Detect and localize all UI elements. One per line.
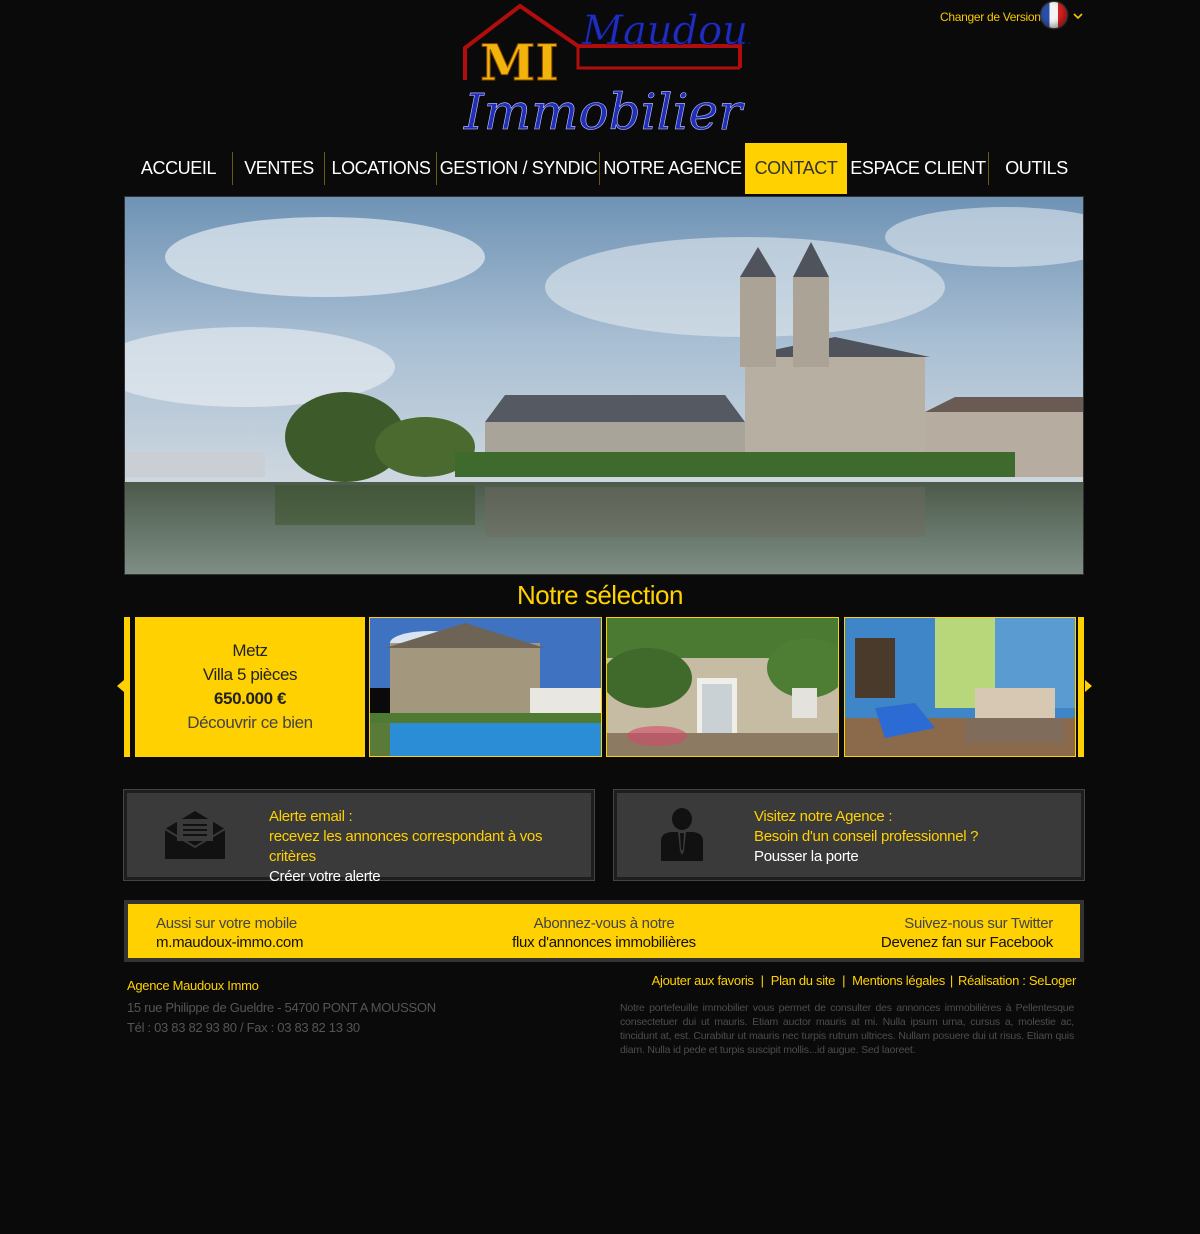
create-alert-link[interactable]: Créer votre alerte <box>269 867 591 887</box>
property-photo-2[interactable] <box>606 617 839 757</box>
chevron-down-icon[interactable] <box>1072 10 1084 22</box>
carousel-next-icon[interactable] <box>1085 680 1092 692</box>
nav-gestion-syndic[interactable]: GESTION / SYNDIC <box>437 143 600 194</box>
alert-subheading: recevez les annonces correspondant à vos… <box>269 828 543 865</box>
businessman-icon <box>661 808 703 861</box>
agency-visit-box[interactable]: Visitez notre Agence : Besoin d'un conse… <box>613 789 1085 881</box>
credits-link[interactable]: Réalisation : SeLoger <box>958 973 1076 988</box>
property-city: Metz <box>232 641 268 660</box>
french-flag-icon[interactable] <box>1041 2 1067 28</box>
selection-title: Notre sélection <box>517 580 683 610</box>
push-door-link[interactable]: Pousser la porte <box>754 847 978 867</box>
nav-accueil[interactable]: ACCUEIL <box>124 143 233 194</box>
nav-espace-client[interactable]: ESPACE CLIENT <box>847 143 989 194</box>
property-price: 650.000 € <box>213 689 287 708</box>
facebook-link: Devenez fan sur Facebook <box>880 934 1053 951</box>
featured-property-card[interactable]: Metz Villa 5 pièces 650.000 € Découvrir … <box>135 617 365 757</box>
property-photo-3[interactable] <box>844 617 1076 757</box>
footer-description: Notre portefeuille immobilier vous perme… <box>620 1002 1074 1056</box>
legal-link[interactable]: Mentions légales <box>852 973 945 988</box>
footer-links: Ajouter aux favoris | Plan du site | Mention… <box>651 973 1077 988</box>
agency-subheading: Besoin d'un conseil professionnel ? <box>754 828 979 845</box>
change-version-link[interactable]: Changer de Version <box>940 10 1041 24</box>
email-alert-box[interactable]: Alerte email : recevez les annonces corr… <box>123 789 595 885</box>
add-favorites-link[interactable]: Ajouter aux favoris <box>652 973 754 988</box>
svg-text:Immobilier: Immobilier <box>463 83 745 138</box>
footer-address: 15 rue Philippe de Gueldre - 54700 PONT … <box>127 1000 436 1035</box>
discover-property-link[interactable]: Découvrir ce bien <box>187 711 313 735</box>
hero-image <box>124 196 1084 575</box>
carousel-left-edge <box>124 617 130 757</box>
carousel-right-edge <box>1078 617 1084 757</box>
promo-band: Aussi sur votre mobile m.maudoux-immo.co… <box>124 900 1084 962</box>
social-links[interactable]: Suivez-nous sur Twitter Devenez fan sur … <box>881 914 1053 952</box>
carousel-prev-icon[interactable] <box>117 680 124 692</box>
main-nav: ACCUEIL VENTES LOCATIONS GESTION / SYNDI… <box>124 143 1084 194</box>
property-photo-1[interactable] <box>369 617 602 757</box>
nav-contact[interactable]: CONTACT <box>745 143 847 194</box>
sitemap-link[interactable]: Plan du site <box>771 973 836 988</box>
nav-outils[interactable]: OUTILS <box>989 143 1084 194</box>
nav-locations[interactable]: LOCATIONS <box>325 143 437 194</box>
nav-ventes[interactable]: VENTES <box>233 143 325 194</box>
envelope-icon <box>164 811 226 859</box>
twitter-link: Suivez-nous sur Twitter <box>904 915 1053 932</box>
alert-heading: Alerte email : <box>269 808 353 825</box>
footer-agency-name: Agence Maudoux Immo <box>127 978 259 993</box>
svg-text:Maudoux: Maudoux <box>581 8 750 54</box>
property-type: Villa 5 pièces <box>202 665 298 684</box>
site-logo[interactable]: MI Maudoux Immobilier <box>460 2 750 138</box>
agency-heading: Visitez notre Agence : <box>754 808 893 825</box>
nav-notre-agence[interactable]: NOTRE AGENCE <box>600 143 745 194</box>
